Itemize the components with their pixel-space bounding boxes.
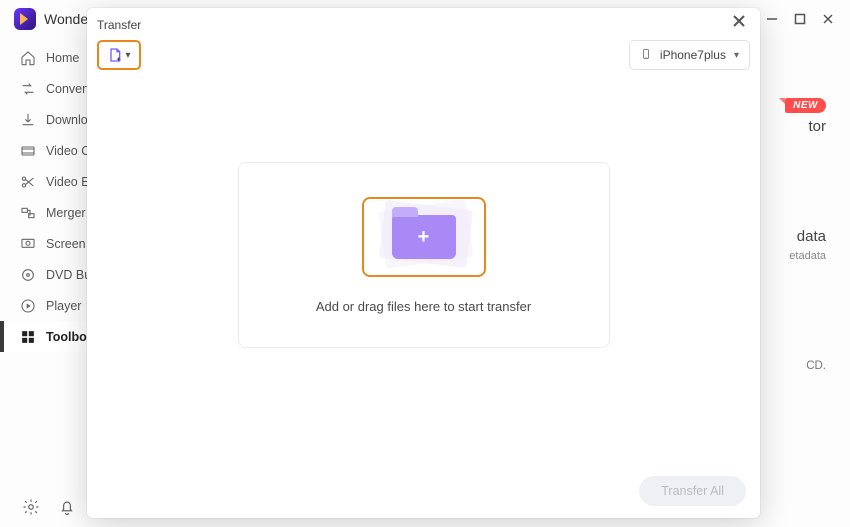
bell-icon[interactable]: [58, 498, 76, 516]
convert-icon: [20, 81, 36, 97]
new-badge: NEW: [785, 98, 826, 113]
compress-icon: [20, 143, 36, 159]
play-icon: [20, 298, 36, 314]
download-icon: [20, 112, 36, 128]
close-app-button[interactable]: [814, 5, 842, 33]
add-file-icon: +: [107, 47, 123, 63]
bg-fragment: CD.: [806, 360, 826, 372]
device-select[interactable]: iPhone7plus ▾: [629, 40, 750, 70]
phone-icon: [640, 47, 652, 64]
maximize-button[interactable]: [786, 5, 814, 33]
modal-title: Transfer: [97, 18, 141, 32]
merge-icon: [20, 205, 36, 221]
sidebar-item-label: Home: [46, 51, 79, 65]
bg-fragment: data: [797, 228, 826, 245]
transfer-all-button[interactable]: Transfer All: [639, 476, 746, 506]
scissors-icon: [20, 174, 36, 190]
bg-fragment: etadata: [789, 250, 826, 262]
settings-icon[interactable]: [22, 498, 40, 516]
record-icon: [20, 236, 36, 252]
chevron-down-icon: ▾: [125, 50, 130, 61]
app-window: Wondershare Home Converter Downloader: [0, 0, 850, 527]
transfer-all-label: Transfer All: [661, 484, 724, 498]
add-folder-icon[interactable]: +: [362, 197, 486, 277]
bg-fragment: tor: [808, 118, 826, 135]
dropzone[interactable]: + Add or drag files here to start transf…: [238, 162, 610, 348]
home-icon: [20, 50, 36, 66]
disc-icon: [20, 267, 36, 283]
add-file-button[interactable]: + ▾: [97, 40, 141, 70]
sidebar-item-label: Merger: [46, 206, 86, 220]
sidebar-item-label: Player: [46, 299, 81, 313]
chevron-down-icon: ▾: [734, 50, 739, 61]
minimize-button[interactable]: [758, 5, 786, 33]
app-logo-icon: [14, 8, 36, 30]
close-modal-button[interactable]: [728, 10, 750, 32]
grid-icon: [20, 329, 36, 345]
transfer-modal: Transfer + ▾ iPhone7plus ▾ +: [87, 8, 760, 518]
plus-icon: +: [418, 227, 430, 247]
svg-text:+: +: [117, 55, 121, 63]
dropzone-text: Add or drag files here to start transfer: [316, 299, 531, 314]
device-name: iPhone7plus: [660, 48, 726, 62]
